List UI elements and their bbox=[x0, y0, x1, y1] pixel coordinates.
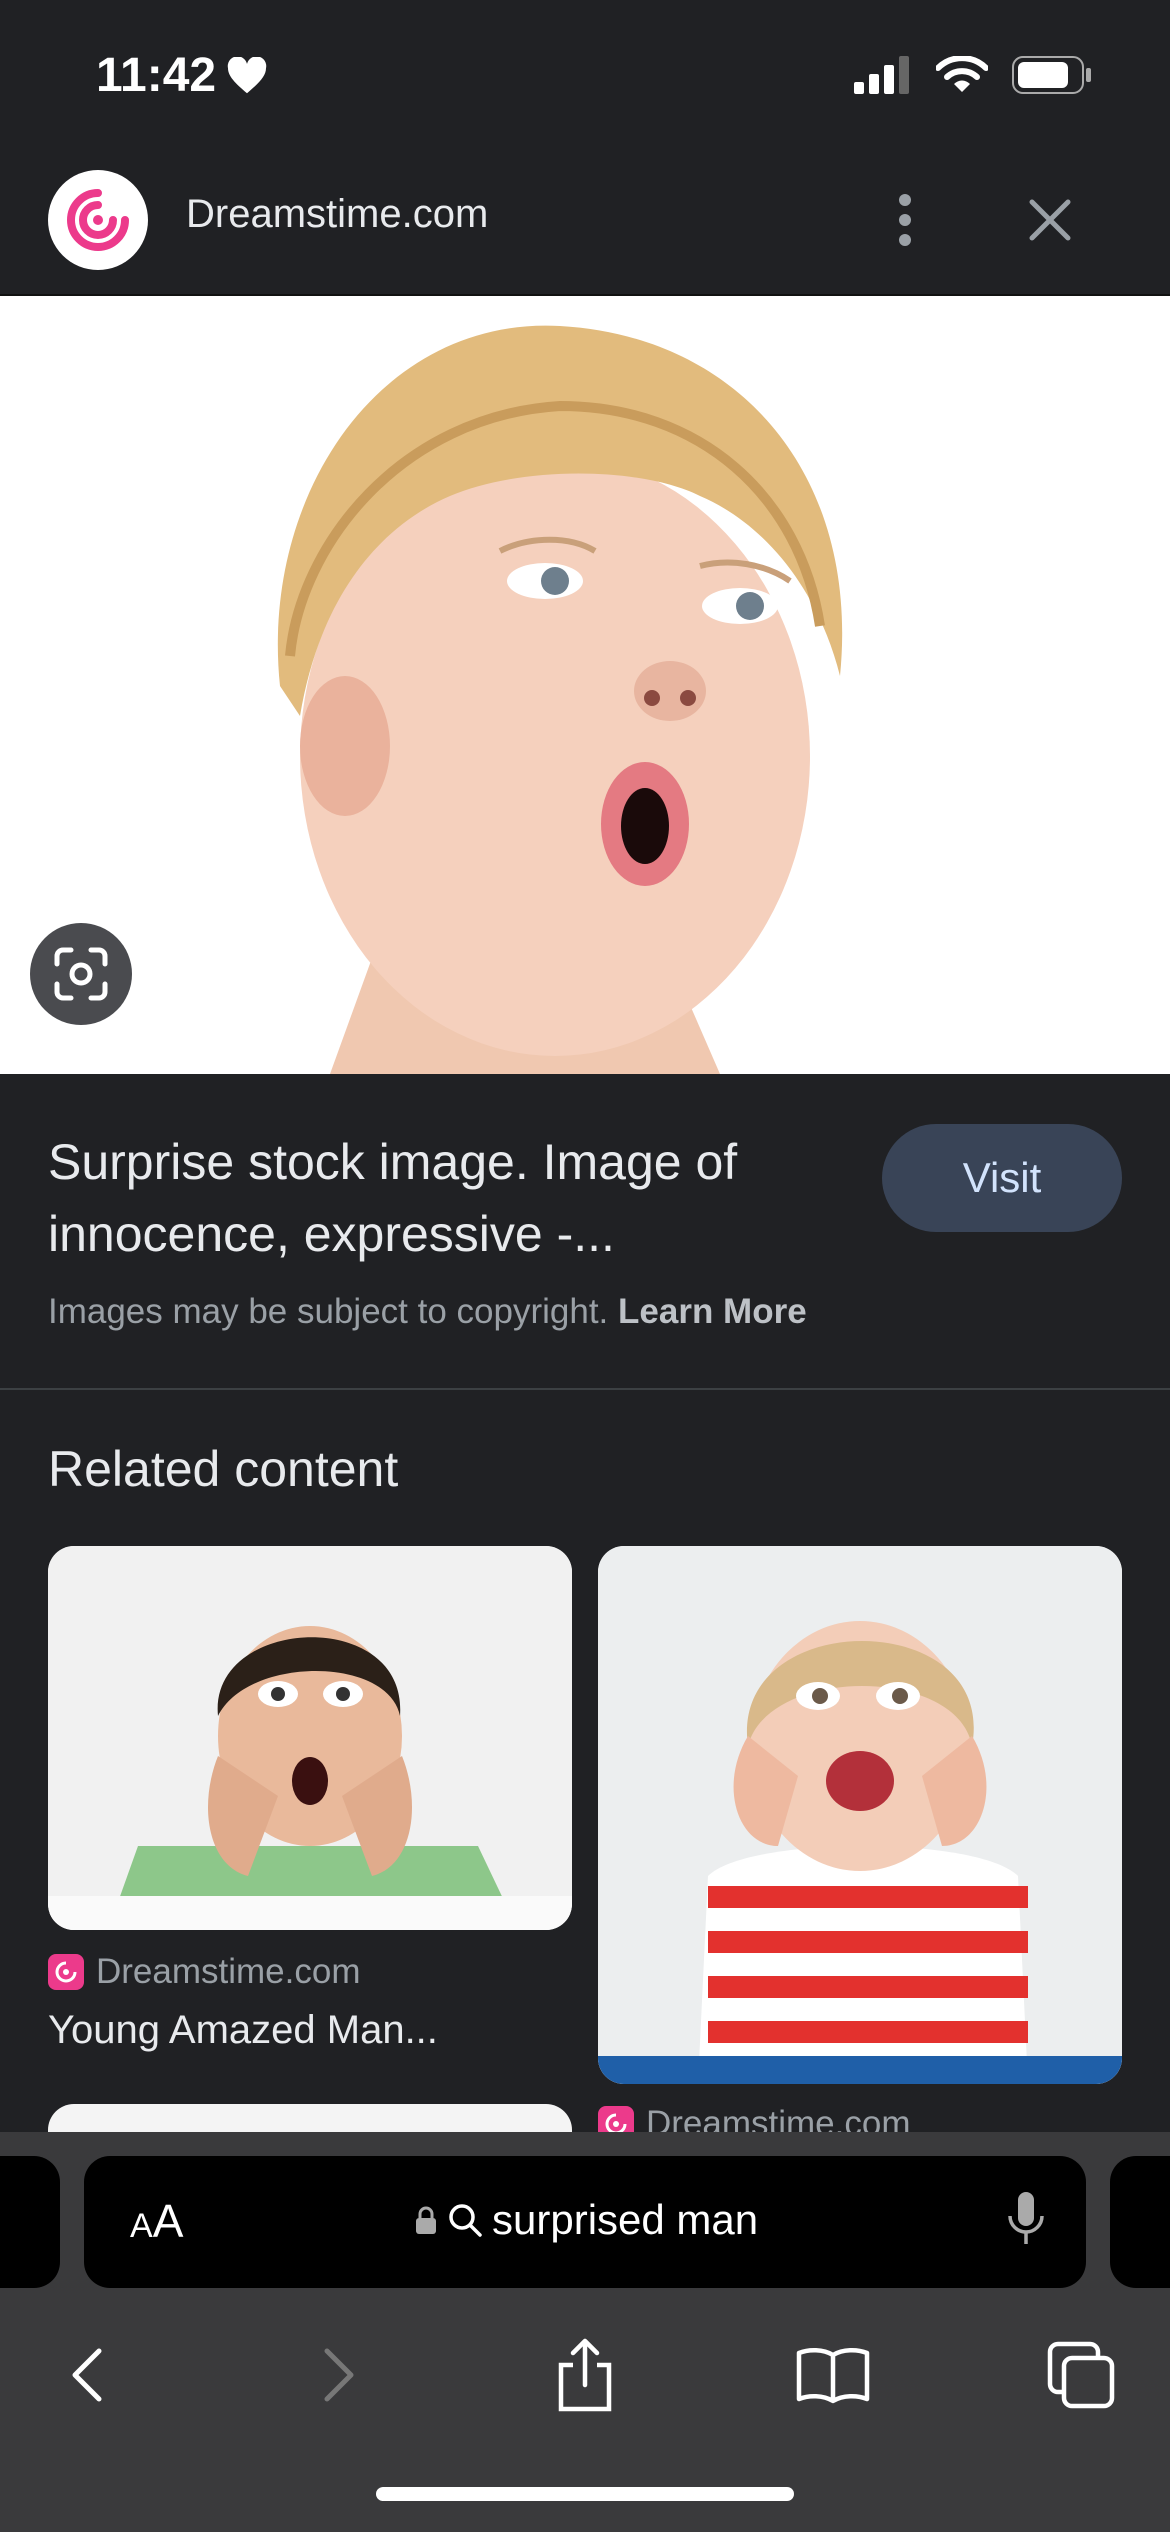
search-icon bbox=[449, 2204, 482, 2237]
tabs-icon bbox=[1047, 2341, 1115, 2409]
result-title[interactable]: Surprise stock image. Image of innocence… bbox=[48, 1126, 848, 1270]
related-card-image[interactable] bbox=[48, 1546, 572, 1930]
voice-search-button[interactable] bbox=[1006, 2190, 1046, 2255]
book-icon bbox=[796, 2348, 870, 2404]
viewer-header: Dreamstime.com bbox=[0, 150, 1170, 296]
text-size-button[interactable]: AA bbox=[130, 2194, 183, 2248]
address-bar[interactable]: AA surprised man bbox=[84, 2156, 1086, 2288]
share-icon bbox=[558, 2338, 612, 2412]
bookmarks-button[interactable] bbox=[788, 2330, 878, 2420]
close-icon bbox=[1029, 199, 1071, 241]
preview-image[interactable] bbox=[0, 296, 1170, 1074]
chevron-left-icon bbox=[72, 2348, 102, 2402]
microphone-icon bbox=[1008, 2192, 1044, 2244]
clock: 11:42 bbox=[96, 49, 217, 102]
related-card-image[interactable] bbox=[598, 1546, 1122, 2084]
site-logo[interactable] bbox=[48, 170, 148, 270]
learn-more-link[interactable]: Learn More bbox=[618, 1292, 807, 1331]
visit-button[interactable]: Visit bbox=[882, 1124, 1122, 1232]
status-time: 11:42 bbox=[96, 48, 268, 103]
copyright-text: Images may be subject to copyright. bbox=[48, 1292, 609, 1331]
tabs-button[interactable] bbox=[1036, 2330, 1126, 2420]
search-query: surprised man bbox=[492, 2196, 759, 2243]
screaming-girl-image bbox=[598, 1546, 1122, 2084]
chevron-right-icon bbox=[324, 2348, 354, 2402]
lens-search-button[interactable] bbox=[30, 923, 132, 1025]
status-indicators bbox=[854, 56, 1092, 94]
battery-icon bbox=[1012, 56, 1091, 94]
card-source: Dreamstime.com bbox=[48, 1952, 360, 1992]
lens-icon bbox=[54, 947, 108, 1001]
result-info: Surprise stock image. Image of innocence… bbox=[0, 1074, 1170, 1390]
heart-icon bbox=[227, 56, 267, 93]
previous-tab-peek[interactable] bbox=[0, 2156, 60, 2288]
share-button[interactable] bbox=[540, 2330, 630, 2420]
home-indicator[interactable] bbox=[376, 2487, 794, 2501]
wifi-icon bbox=[936, 56, 988, 92]
lock-icon bbox=[416, 2206, 436, 2234]
close-button[interactable] bbox=[1010, 180, 1090, 260]
dreamstime-mini-icon bbox=[48, 1954, 84, 1990]
surprised-boy-image bbox=[0, 296, 1170, 1074]
text-size-small: A bbox=[130, 2207, 153, 2245]
related-heading: Related content bbox=[48, 1441, 399, 1497]
card-source-label: Dreamstime.com bbox=[96, 1952, 361, 1991]
dreamstime-logo-icon bbox=[67, 189, 129, 251]
browser-toolbar: AA surprised man bbox=[0, 2132, 1170, 2532]
navigation-bar bbox=[0, 2310, 1170, 2440]
signal-icon bbox=[854, 56, 909, 94]
back-button[interactable] bbox=[42, 2330, 132, 2420]
text-size-large: A bbox=[152, 2195, 184, 2247]
forward-button[interactable] bbox=[294, 2330, 384, 2420]
more-options-button[interactable] bbox=[870, 180, 940, 260]
status-bar: 11:42 bbox=[0, 0, 1170, 150]
more-vert-icon bbox=[899, 194, 911, 246]
amazed-man-image bbox=[48, 1546, 572, 1930]
site-name[interactable]: Dreamstime.com bbox=[186, 192, 488, 237]
copyright-notice: Images may be subject to copyright. Lear… bbox=[48, 1292, 807, 1332]
url-display[interactable]: surprised man bbox=[414, 2196, 758, 2244]
card-caption[interactable]: Young Amazed Man... bbox=[48, 2008, 438, 2053]
next-tab-peek[interactable] bbox=[1110, 2156, 1170, 2288]
